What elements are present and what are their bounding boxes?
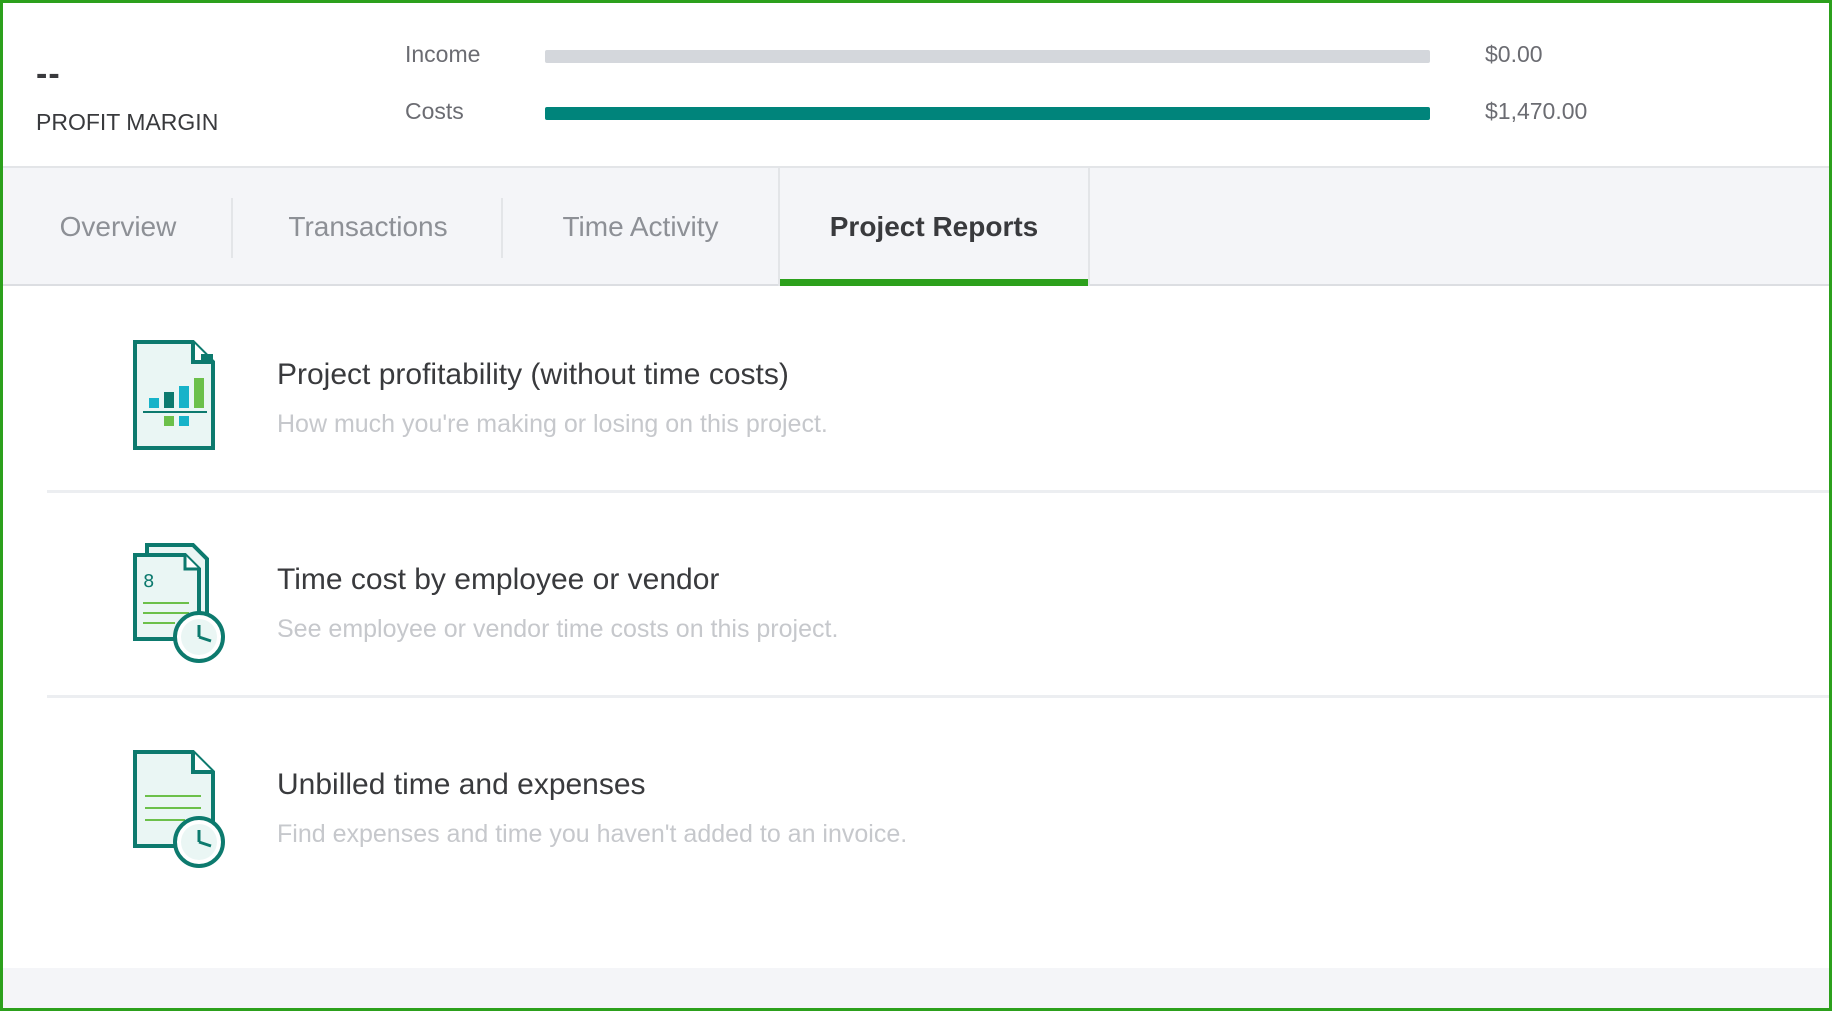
tab-project-reports[interactable]: Project Reports [778, 168, 1090, 286]
report-project-profitability[interactable]: Project profitability (without time cost… [47, 288, 1829, 493]
income-bar [545, 50, 1430, 63]
svg-text:8: 8 [143, 571, 154, 592]
active-tab-indicator [780, 279, 1088, 286]
report-description: See employee or vendor time costs on thi… [277, 615, 839, 643]
project-tabs: Overview Transactions Time Activity Proj… [3, 166, 1829, 286]
document-clock-icon [115, 746, 227, 870]
tab-overview-label: Overview [59, 211, 177, 242]
costs-label: Costs [405, 98, 464, 124]
bar-chart-document-icon [115, 336, 227, 460]
report-title: Unbilled time and expenses [277, 768, 646, 801]
app-frame: -- PROFIT MARGIN Income $0.00 Costs $1,4… [0, 0, 1832, 1011]
timesheet-clock-icon: 8 [115, 541, 227, 665]
report-time-cost[interactable]: 8 Time cost by employee or vendor See em… [47, 493, 1829, 698]
costs-bar-fill [545, 107, 1430, 120]
tab-transactions[interactable]: Transactions [233, 168, 503, 286]
report-description: How much you're making or losing on this… [277, 410, 828, 438]
profit-summary: -- PROFIT MARGIN Income $0.00 Costs $1,4… [3, 3, 1829, 166]
report-unbilled-time[interactable]: Unbilled time and expenses Find expenses… [47, 698, 1829, 903]
report-title: Time cost by employee or vendor [277, 563, 720, 596]
tab-transactions-label: Transactions [288, 211, 448, 242]
tab-overview[interactable]: Overview [3, 168, 233, 286]
report-title: Project profitability (without time cost… [277, 358, 789, 391]
tab-time-activity-label: Time Activity [562, 211, 719, 242]
tab-project-reports-label: Project Reports [829, 211, 1039, 242]
income-amount: $0.00 [1485, 41, 1543, 67]
footer-strip [3, 968, 1829, 1008]
costs-amount: $1,470.00 [1485, 98, 1588, 124]
costs-bar [545, 107, 1430, 120]
costs-row: Costs $1,470.00 [3, 94, 1829, 134]
income-row: Income $0.00 [3, 37, 1829, 77]
report-description: Find expenses and time you haven't added… [277, 820, 908, 848]
report-list: Project profitability (without time cost… [3, 288, 1829, 973]
tab-time-activity[interactable]: Time Activity [503, 168, 778, 286]
income-label: Income [405, 41, 481, 67]
